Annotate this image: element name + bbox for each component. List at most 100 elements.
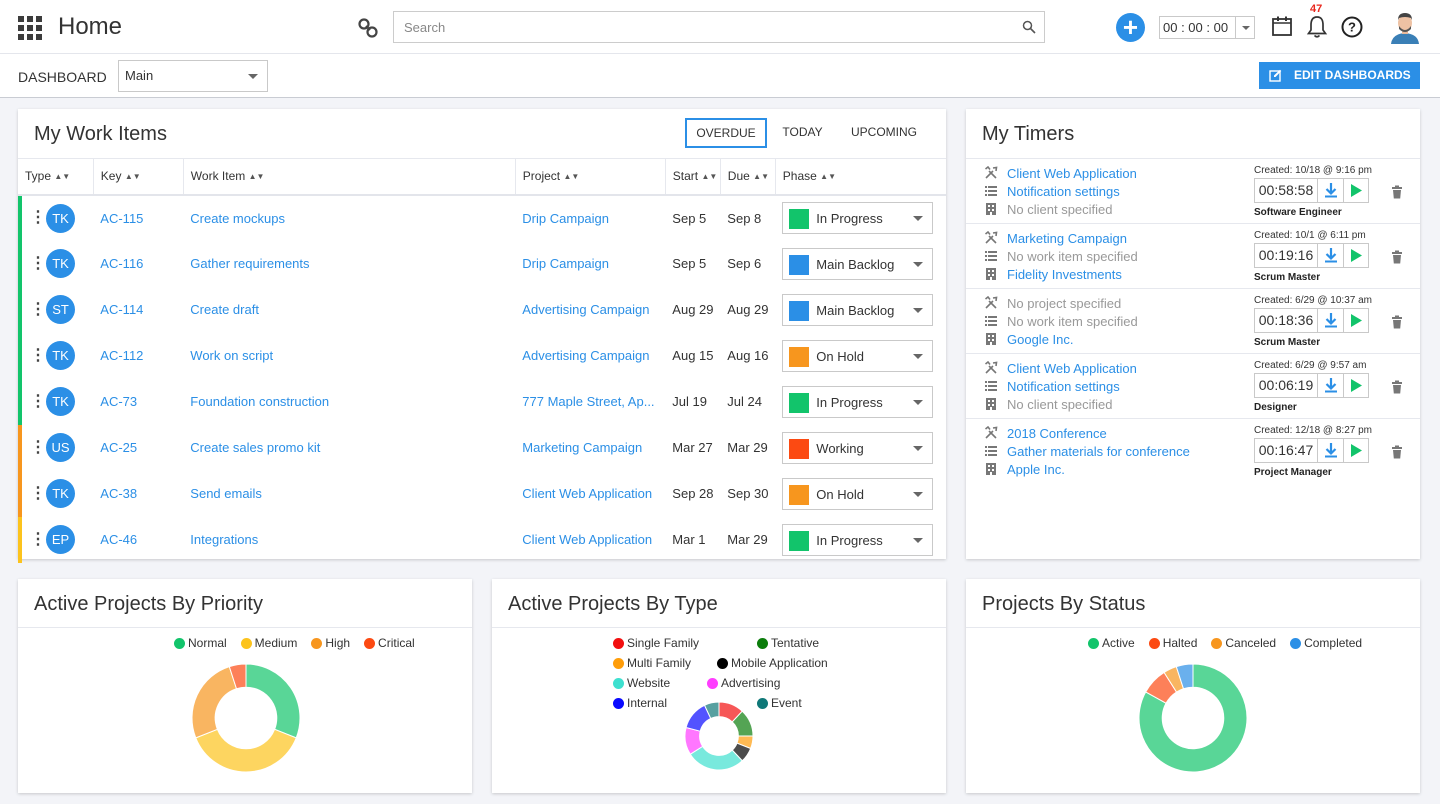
work-item-link[interactable]: Foundation construction [190, 394, 329, 409]
project-link[interactable]: Drip Campaign [522, 211, 609, 226]
work-item-link[interactable]: Gather requirements [190, 256, 309, 271]
project-link[interactable]: Marketing Campaign [522, 440, 642, 455]
more-options-icon[interactable]: ⋮ [30, 393, 46, 410]
more-options-icon[interactable]: ⋮ [30, 347, 46, 364]
trash-icon[interactable] [1391, 250, 1403, 264]
download-button[interactable] [1318, 179, 1344, 202]
more-options-icon[interactable]: ⋮ [30, 210, 46, 226]
project-link[interactable]: Advertising Campaign [522, 348, 649, 363]
column-header-due[interactable]: Due ▲▼ [720, 158, 776, 196]
play-button[interactable] [1344, 179, 1368, 202]
play-button[interactable] [1344, 309, 1368, 332]
project-link[interactable]: 777 Maple Street, Ap... [522, 394, 654, 409]
more-options-icon[interactable]: ⋮ [30, 485, 46, 502]
work-item-key-link[interactable]: AC-73 [100, 394, 137, 409]
download-button[interactable] [1318, 374, 1344, 397]
play-button[interactable] [1344, 374, 1368, 397]
dashboard-select[interactable]: Main [118, 60, 268, 92]
download-button[interactable] [1318, 309, 1344, 332]
timer-work-item[interactable]: Gather materials for conference [1007, 444, 1190, 459]
user-avatar[interactable] [1388, 10, 1422, 44]
timer-work-item[interactable]: Notification settings [1007, 379, 1120, 394]
legend-item[interactable]: Critical [364, 633, 415, 653]
legend-item[interactable]: Normal [174, 633, 227, 653]
work-item-link[interactable]: Create sales promo kit [190, 440, 320, 455]
apps-grid-icon[interactable] [18, 16, 42, 40]
more-options-icon[interactable]: ⋮ [30, 531, 46, 548]
phase-dropdown[interactable]: In Progress [782, 202, 934, 234]
timer-client[interactable]: Google Inc. [1007, 332, 1074, 347]
trash-icon[interactable] [1391, 445, 1403, 459]
download-button[interactable] [1318, 439, 1344, 462]
phase-dropdown[interactable]: Working [782, 431, 934, 464]
phase-dropdown[interactable]: On Hold [782, 339, 934, 372]
timer-client[interactable]: Fidelity Investments [1007, 267, 1122, 282]
timer-project[interactable]: Client Web Application [1007, 166, 1137, 181]
work-item-link[interactable]: Integrations [190, 532, 258, 547]
work-item-key-link[interactable]: AC-25 [100, 440, 137, 455]
work-item-link[interactable]: Create mockups [190, 211, 285, 226]
legend-item[interactable]: High [311, 633, 350, 653]
column-header-start[interactable]: Start ▲▼ [665, 158, 721, 196]
legend-item[interactable]: Mobile Application [717, 653, 847, 673]
project-link[interactable]: Advertising Campaign [522, 302, 649, 317]
timer-project[interactable]: Marketing Campaign [1007, 231, 1127, 246]
timer-project[interactable]: 2018 Conference [1007, 426, 1107, 441]
add-button[interactable]: + [1116, 13, 1145, 42]
legend-item[interactable]: Single Family [613, 633, 743, 653]
play-button[interactable] [1344, 439, 1368, 462]
timer-project[interactable]: Client Web Application [1007, 361, 1137, 376]
help-icon[interactable]: ? [1341, 16, 1363, 38]
project-link[interactable]: Drip Campaign [522, 256, 609, 271]
legend-item[interactable]: Canceled [1211, 633, 1276, 653]
edit-dashboards-button[interactable]: EDIT DASHBOARDS [1259, 62, 1420, 89]
work-item-link[interactable]: Create draft [190, 302, 259, 317]
phase-dropdown[interactable]: Main Backlog [782, 293, 934, 326]
timer-client[interactable]: Apple Inc. [1007, 462, 1065, 477]
download-button[interactable] [1318, 244, 1344, 267]
calendar-icon[interactable] [1271, 15, 1293, 37]
timer-work-item[interactable]: Notification settings [1007, 184, 1120, 199]
work-item-link[interactable]: Send emails [190, 486, 262, 501]
work-item-key-link[interactable]: AC-112 [100, 348, 143, 363]
search-input[interactable] [394, 12, 994, 42]
work-item-key-link[interactable]: AC-115 [100, 211, 143, 226]
project-link[interactable]: Client Web Application [522, 532, 652, 547]
column-header-phase[interactable]: Phase ▲▼ [775, 158, 946, 196]
work-item-key-link[interactable]: AC-46 [100, 532, 137, 547]
phase-dropdown[interactable]: In Progress [782, 385, 934, 418]
legend-item[interactable]: Active [1088, 633, 1135, 653]
legend-item[interactable]: Halted [1148, 633, 1197, 653]
trash-icon[interactable] [1391, 185, 1403, 199]
phase-dropdown[interactable]: In Progress [782, 523, 934, 556]
donut-slice-high[interactable] [191, 666, 238, 739]
column-header-key[interactable]: Key ▲▼ [93, 158, 184, 196]
donut-slice-normal[interactable] [245, 663, 301, 739]
legend-item[interactable]: Medium [240, 633, 297, 653]
tab-overdue[interactable]: OVERDUE [685, 118, 767, 148]
project-link[interactable]: Client Web Application [522, 486, 652, 501]
play-button[interactable] [1344, 244, 1368, 267]
more-options-icon[interactable]: ⋮ [30, 439, 46, 456]
column-header-work-item[interactable]: Work Item ▲▼ [183, 158, 516, 196]
legend-item[interactable]: Event [757, 693, 837, 713]
work-item-key-link[interactable]: AC-114 [100, 302, 143, 317]
phase-dropdown[interactable]: Main Backlog [782, 247, 934, 280]
search-icon[interactable] [1022, 20, 1036, 34]
work-item-link[interactable]: Work on script [190, 348, 273, 363]
more-options-icon[interactable]: ⋮ [30, 255, 46, 272]
trash-icon[interactable] [1391, 315, 1403, 329]
more-options-icon[interactable]: ⋮ [30, 301, 46, 318]
legend-item[interactable]: Tentative [757, 633, 837, 653]
chevron-down-icon[interactable] [1235, 17, 1254, 38]
legend-item[interactable]: Multi Family [613, 653, 703, 673]
donut-slice-medium[interactable] [195, 728, 297, 773]
column-header-type[interactable]: Type ▲▼ [18, 158, 94, 196]
link-icon[interactable] [356, 16, 380, 40]
column-header-project[interactable]: Project ▲▼ [515, 158, 666, 196]
legend-item[interactable]: Completed [1290, 633, 1362, 653]
legend-item[interactable]: Advertising [707, 673, 797, 693]
phase-dropdown[interactable]: On Hold [782, 477, 934, 510]
trash-icon[interactable] [1391, 380, 1403, 394]
legend-item[interactable]: Website [613, 673, 693, 693]
